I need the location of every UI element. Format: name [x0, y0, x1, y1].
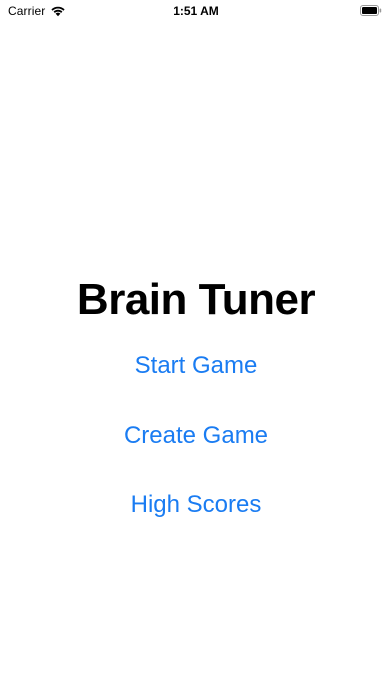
- status-time: 1:51 AM: [173, 4, 219, 18]
- start-game-button[interactable]: Start Game: [0, 351, 392, 381]
- battery-icon: [360, 5, 382, 16]
- create-game-button[interactable]: Create Game: [0, 421, 392, 451]
- app-screen: Carrier 1:51 AM Brain Tuner Start Game C…: [0, 0, 392, 696]
- high-scores-button[interactable]: High Scores: [0, 490, 392, 520]
- status-bar: Carrier 1:51 AM: [0, 0, 392, 22]
- app-title: Brain Tuner: [76, 275, 316, 324]
